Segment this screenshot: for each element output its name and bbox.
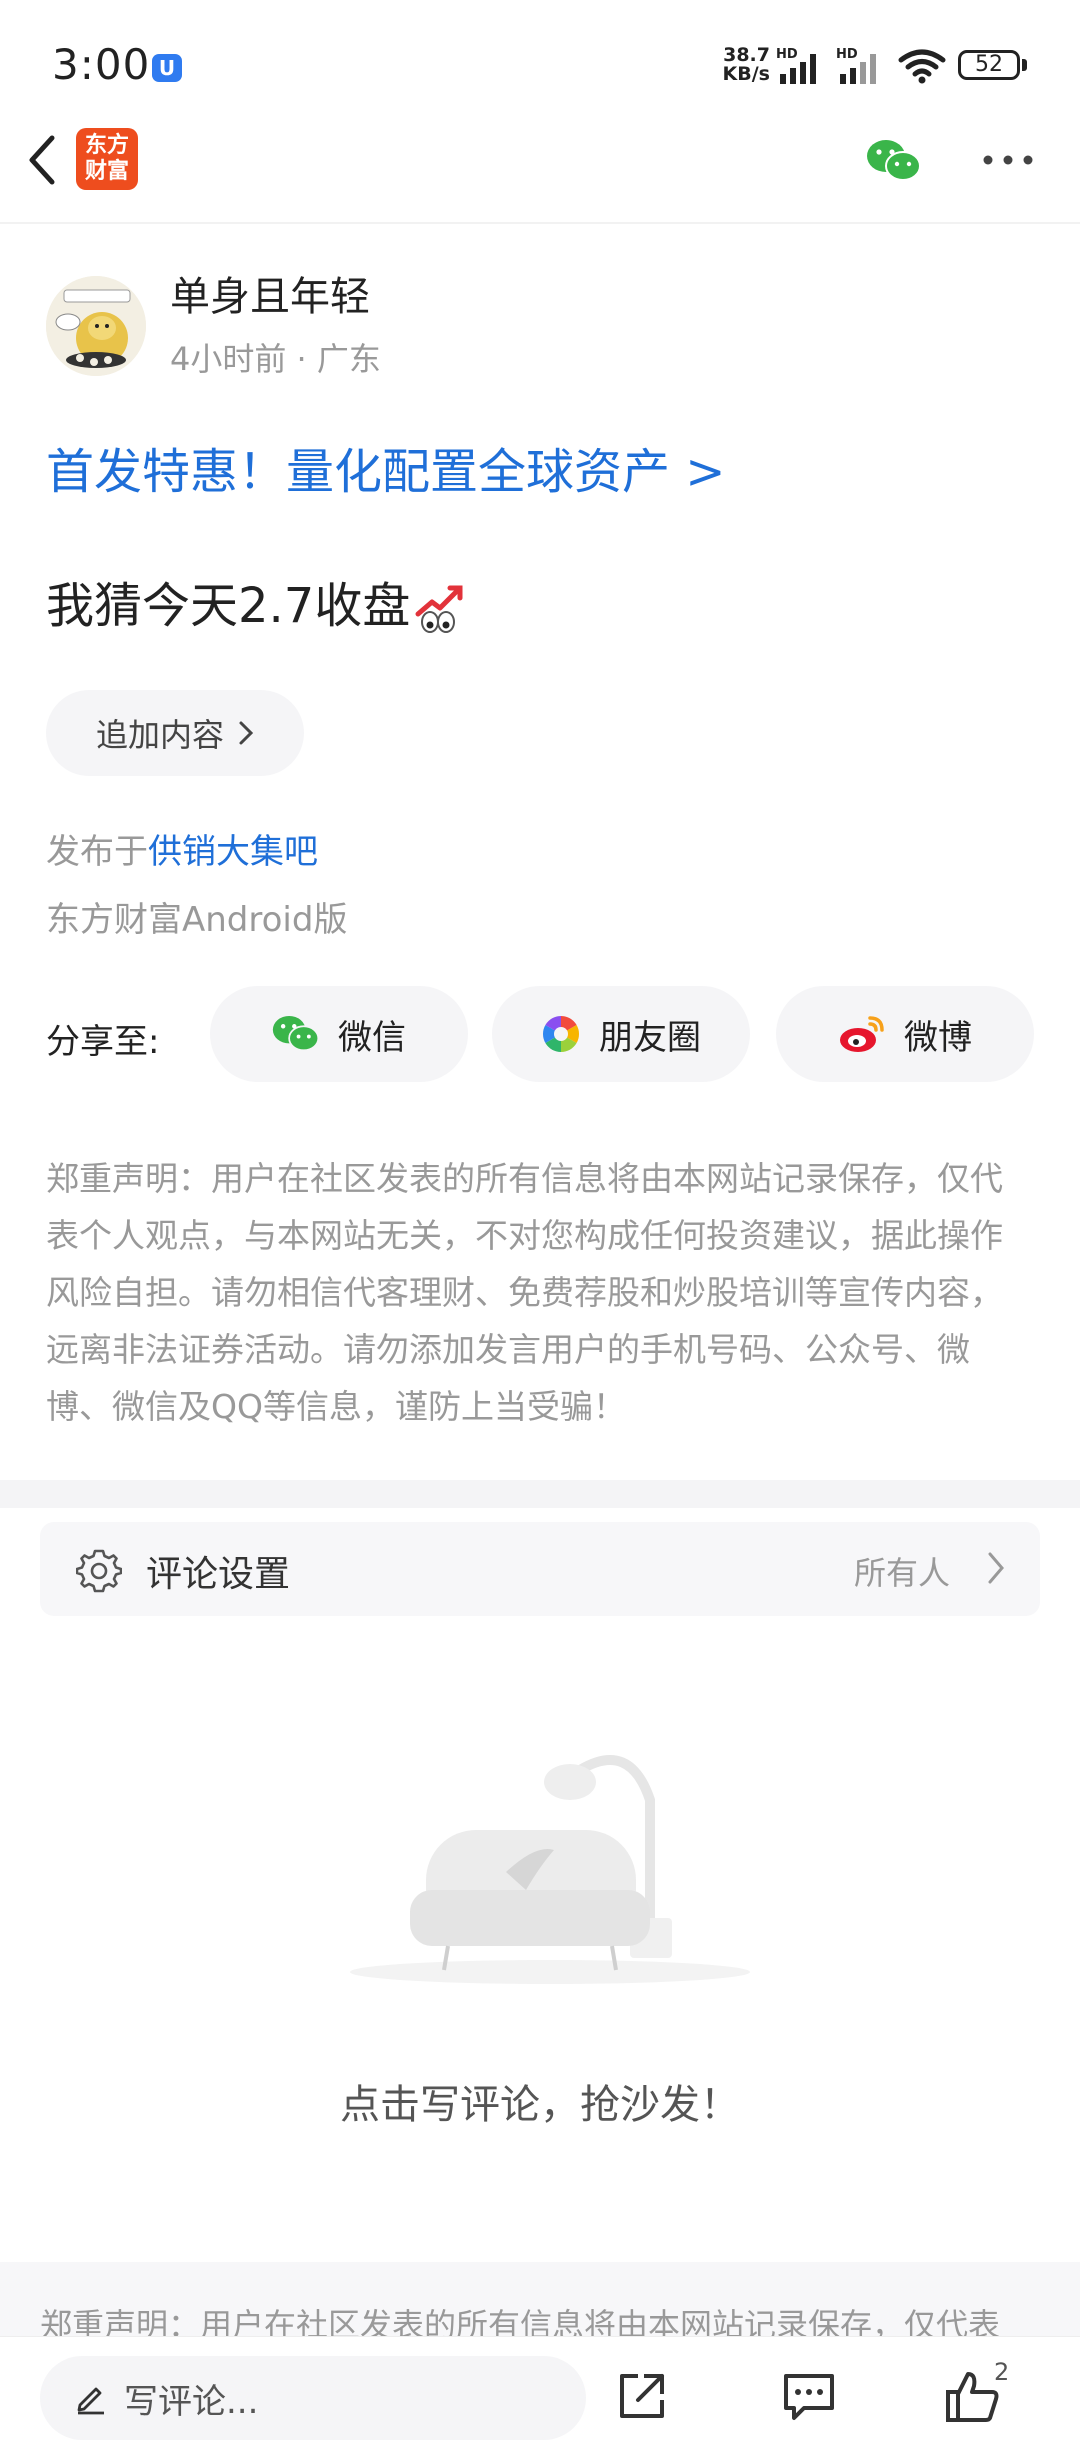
client-info: 东方财富Android版	[46, 900, 348, 940]
share-label: 分享至:	[46, 1022, 160, 1062]
empty-sofa-illustration	[350, 1755, 750, 1984]
header-divider	[0, 222, 1080, 224]
wifi-icon	[898, 49, 946, 84]
eastmoney-logo: 东方 财富	[76, 128, 138, 190]
add-content-button[interactable]: 追加内容	[46, 690, 304, 776]
svg-text:HD: HD	[836, 47, 858, 62]
share-wechat-button[interactable]: 微信	[210, 986, 468, 1082]
wechat-share-icon[interactable]	[866, 138, 922, 184]
svg-text:HD: HD	[776, 47, 798, 62]
share-moments-label: 朋友圈	[599, 1017, 701, 1058]
section-divider	[0, 1480, 1080, 1508]
author-avatar[interactable]	[46, 276, 146, 376]
signal-icon: HD	[776, 47, 816, 84]
network-speed: 38.7 KB/s	[722, 44, 770, 85]
weibo-icon	[840, 1016, 884, 1052]
like-count: 2	[994, 2358, 1010, 2386]
more-options-icon[interactable]	[980, 150, 1036, 170]
write-comment-input[interactable]: 写评论...	[40, 2356, 586, 2440]
chart-up-eyes-emoji	[415, 585, 463, 633]
comment-placeholder: 写评论...	[124, 2381, 259, 2422]
published-in: 发布于供销大集吧	[46, 832, 318, 872]
app-notification-icon: U	[152, 54, 182, 82]
chevron-right-icon	[239, 721, 254, 745]
share-moments-button[interactable]: 朋友圈	[492, 986, 750, 1082]
share-weibo-button[interactable]: 微博	[776, 986, 1034, 1082]
back-arrow-icon[interactable]	[20, 128, 64, 192]
status-time: 3:00	[52, 40, 151, 89]
battery-tip	[1022, 59, 1027, 71]
comment-settings-label: 评论设置	[146, 1554, 291, 1595]
promo-link[interactable]: 首发特惠！量化配置全球资产 >	[46, 432, 725, 502]
disclaimer-text: 郑重声明：用户在社区发表的所有信息将由本网站记录保存，仅代表个人观点，与本网站无…	[46, 1159, 1003, 1426]
chevron-right-icon	[988, 1552, 1004, 1584]
author-name[interactable]: 单身且年轻	[170, 264, 370, 322]
share-external-icon[interactable]	[614, 2368, 670, 2424]
share-weibo-label: 微博	[904, 1017, 972, 1058]
empty-comment-prompt[interactable]: 点击写评论，抢沙发！	[0, 2072, 1080, 2130]
comments-icon[interactable]	[780, 2368, 838, 2424]
moments-icon	[542, 1016, 580, 1052]
post-meta: 4小时前 · 广东	[170, 340, 381, 378]
post-content: 我猜今天2.7收盘	[46, 566, 464, 636]
gear-icon	[76, 1549, 122, 1593]
signal-icon-2: HD	[836, 47, 876, 84]
stock-bar-link[interactable]: 供销大集吧	[148, 832, 318, 872]
comment-settings-row[interactable]: 评论设置 所有人	[40, 1522, 1040, 1616]
pencil-icon	[77, 2387, 104, 2415]
wechat-icon	[272, 1016, 320, 1052]
comment-settings-value: 所有人	[853, 1554, 950, 1592]
add-content-label: 追加内容	[95, 716, 224, 754]
share-wechat-label: 微信	[338, 1017, 406, 1058]
battery-indicator: 52	[958, 50, 1020, 80]
